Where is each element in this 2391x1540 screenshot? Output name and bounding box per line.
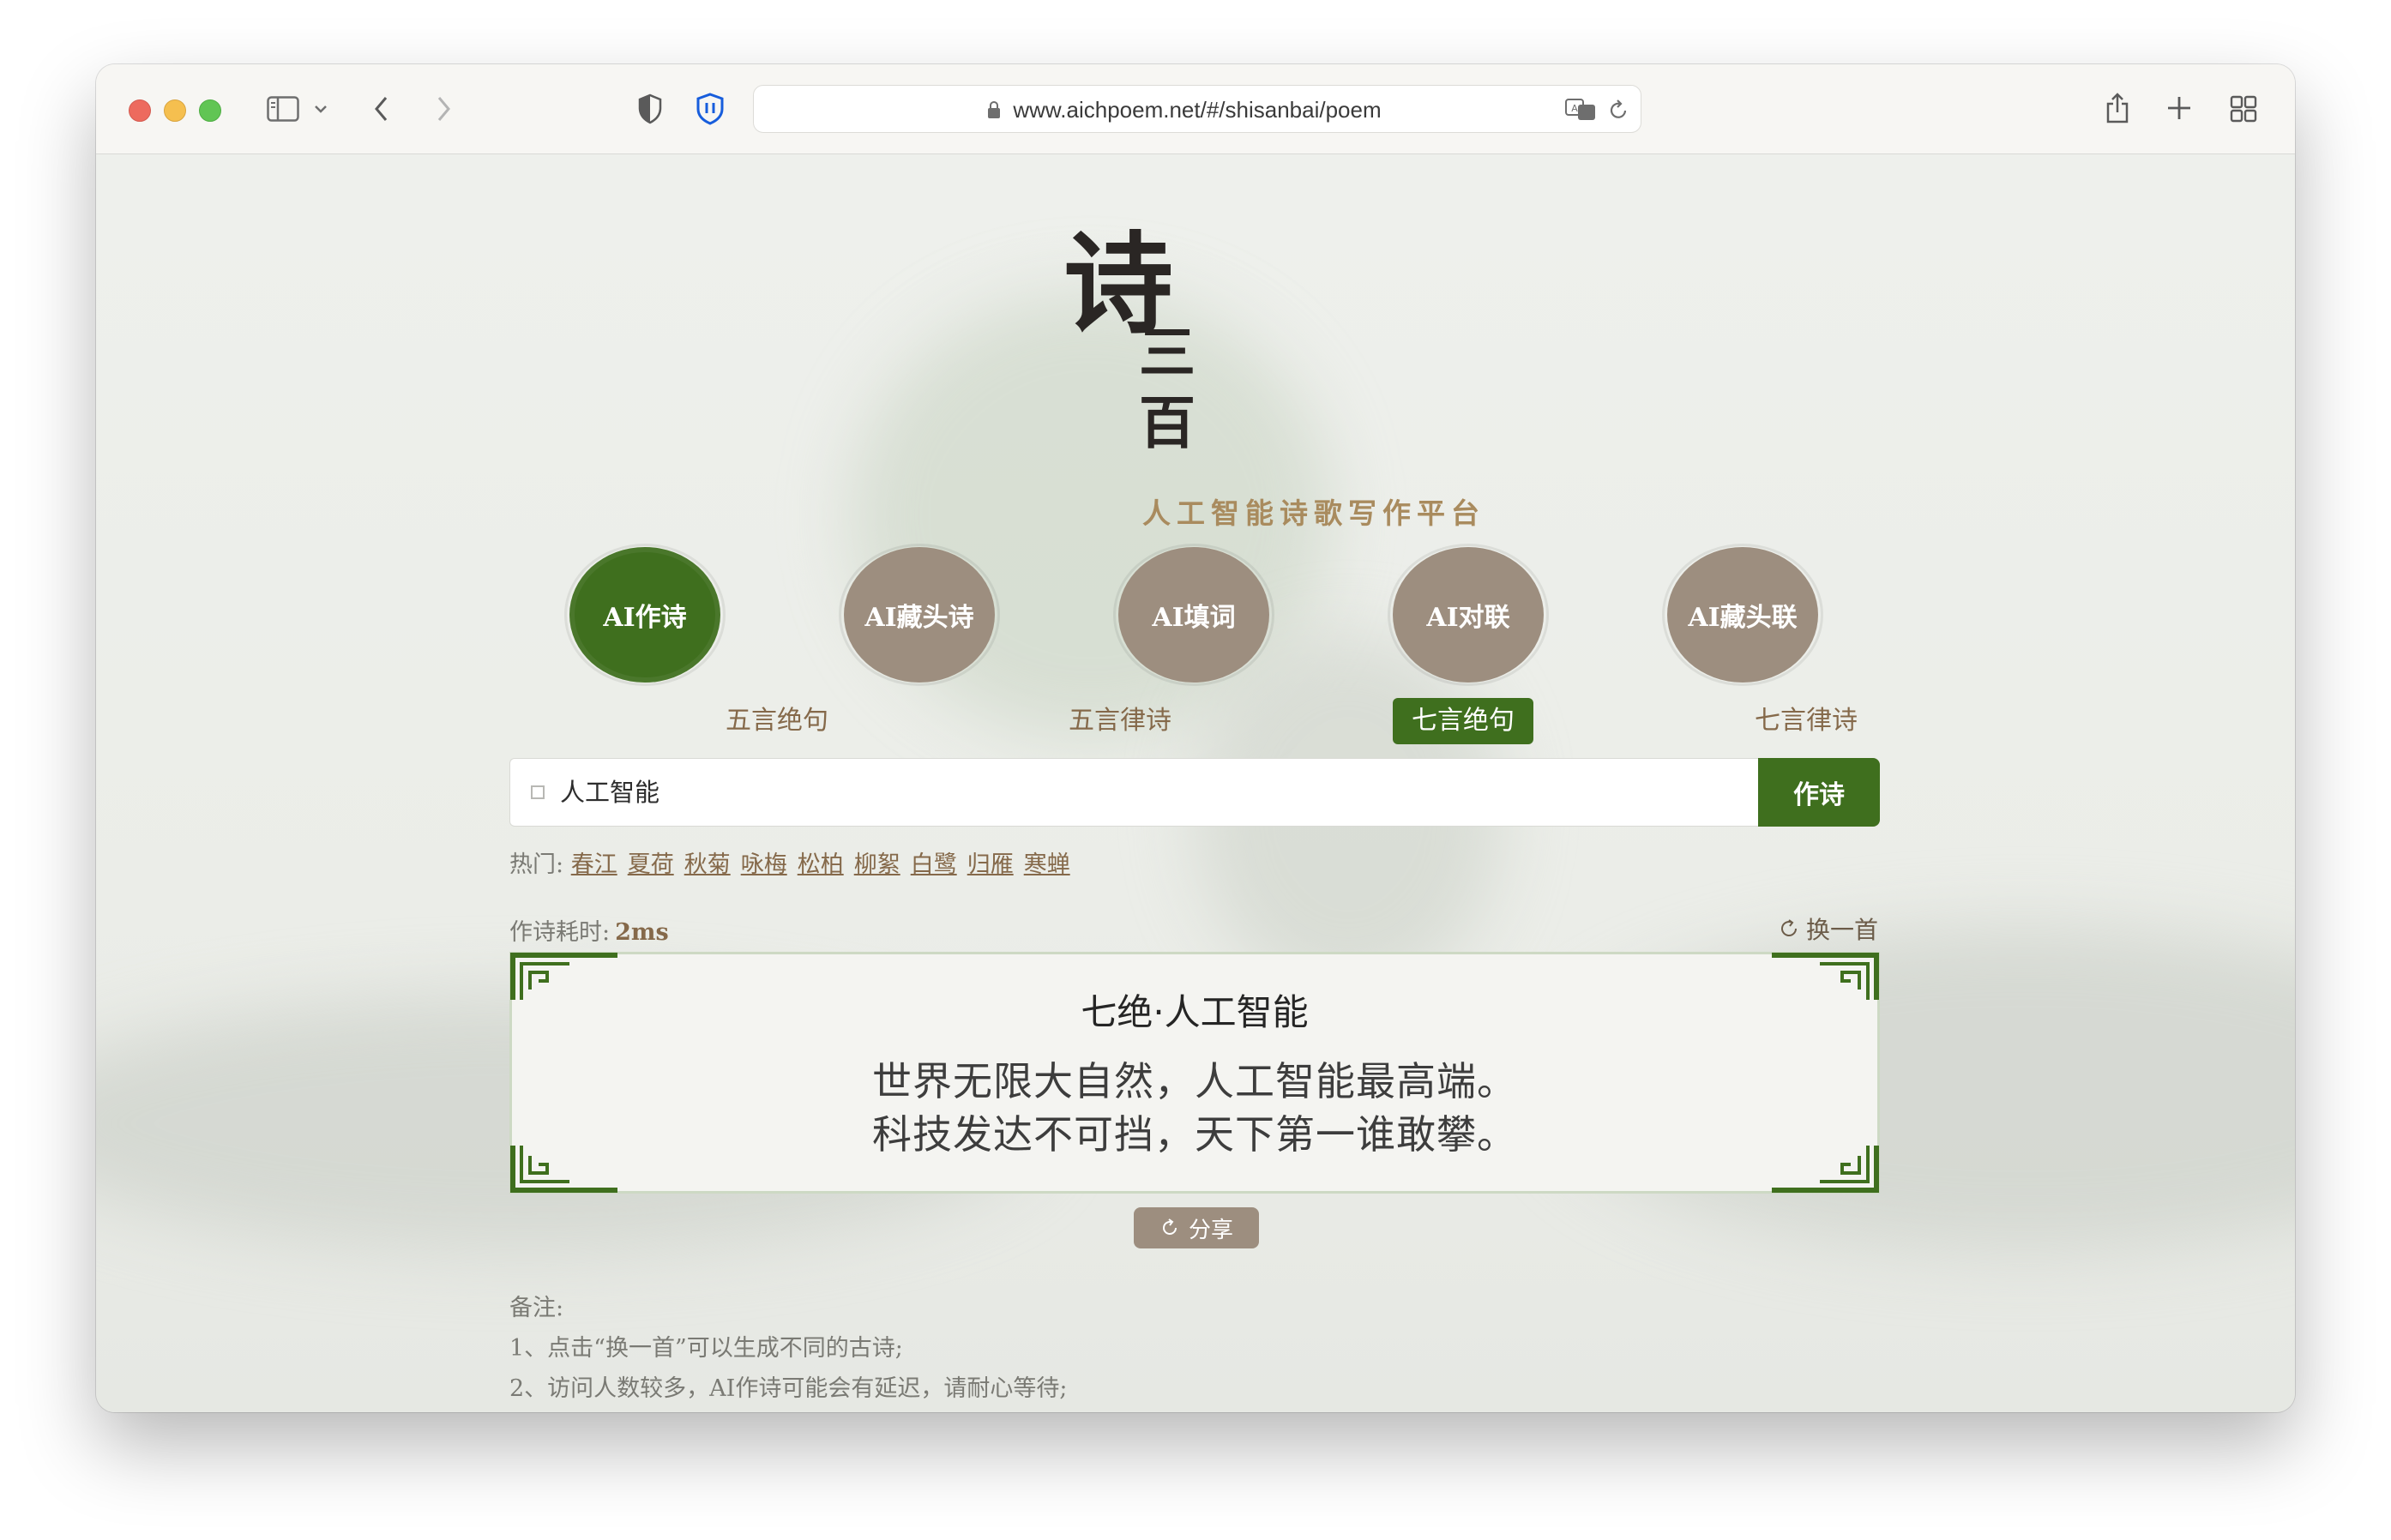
compose-time-value: 2ms <box>615 919 669 946</box>
browser-window: www.aichpoem.net/#/shisanbai/poem A 诗 三 … <box>96 64 2295 1412</box>
hot-topic-link[interactable]: 白鹭 <box>911 851 957 878</box>
share-icon[interactable] <box>2103 90 2132 126</box>
hot-topic-link[interactable]: 柳絮 <box>854 851 900 878</box>
bitwarden-extension-icon[interactable] <box>693 92 727 126</box>
hot-topic-link[interactable]: 寒蝉 <box>1024 851 1070 878</box>
mode-ai-ci[interactable]: AI填词 <box>1113 544 1274 686</box>
chevron-down-icon[interactable] <box>312 100 329 117</box>
minimize-window-button[interactable] <box>164 99 186 122</box>
mode-ai-couplet[interactable]: AI对联 <box>1388 544 1549 686</box>
refresh-icon <box>1781 919 1797 936</box>
reload-icon[interactable] <box>1606 98 1630 122</box>
poem-title: 七绝·人工智能 <box>1081 991 1309 1033</box>
tab-wuyan-jueju[interactable]: 五言绝句 <box>707 698 847 744</box>
address-bar[interactable]: www.aichpoem.net/#/shisanbai/poem A <box>753 85 1641 133</box>
sidebar-toggle-icon[interactable] <box>264 93 302 124</box>
hot-topic-link[interactable]: 秋菊 <box>684 851 731 878</box>
mode-ai-poem[interactable]: AI作诗 <box>564 544 726 686</box>
hot-topics: 热门: 春江 夏荷 秋菊 咏梅 松柏 柳絮 白鹭 归雁 寒蝉 <box>509 845 1081 879</box>
poem-line: 世界无限大自然，人工智能最高端。 <box>872 1058 1517 1104</box>
compose-time: 作诗耗时: 2ms <box>509 913 669 947</box>
back-icon[interactable] <box>369 93 394 124</box>
mode-ai-acrostic-poem[interactable]: AI藏头诗 <box>839 544 1000 686</box>
tab-overview-icon[interactable] <box>2228 93 2259 124</box>
hot-topics-label: 热门: <box>509 851 564 878</box>
topic-input-box[interactable]: 人工智能 <box>509 758 1758 827</box>
poem-line: 科技发达不可挡，天下第一谁敢攀。 <box>872 1111 1517 1158</box>
notes-heading: 备注: <box>509 1295 564 1321</box>
checkbox-icon[interactable] <box>531 785 545 799</box>
hot-topic-link[interactable]: 松柏 <box>798 851 844 878</box>
translate-icon[interactable]: A <box>1563 97 1599 123</box>
topic-input[interactable]: 人工智能 <box>560 759 659 826</box>
poem-card: 七绝·人工智能 世界无限大自然，人工智能最高端。 科技发达不可挡，天下第一谁敢攀… <box>509 952 1880 1194</box>
site-subtitle: 人工智能诗歌写作平台 <box>1142 496 1485 530</box>
compose-button[interactable]: 作诗 <box>1758 758 1880 827</box>
url-text[interactable]: www.aichpoem.net/#/shisanbai/poem <box>754 86 1641 134</box>
new-tab-icon[interactable] <box>2165 93 2194 123</box>
page-content: 诗 三 百 人工智能诗歌写作平台 AI作诗 AI藏头诗 AI填词 AI对联 AI… <box>96 154 2295 1412</box>
hot-topic-link[interactable]: 归雁 <box>967 851 1014 878</box>
tab-qiyan-jueju[interactable]: 七言绝句 <box>1393 698 1533 744</box>
note-item: 2、访问人数较多，AI作诗可能会有延迟，请耐心等待; <box>509 1375 1068 1402</box>
regenerate-button[interactable]: 换一首 <box>1779 911 1878 946</box>
logo-char: 百 <box>1139 389 1196 456</box>
notes-section: 备注: 1、点击“换一首”可以生成不同的古诗; 2、访问人数较多，AI作诗可能会… <box>509 1288 1067 1409</box>
privacy-shield-icon[interactable] <box>635 92 666 126</box>
hot-topic-link[interactable]: 咏梅 <box>741 851 787 878</box>
logo-vertical-chars: 三 百 <box>1137 317 1197 458</box>
hot-topic-link[interactable]: 春江 <box>571 851 617 878</box>
svg-text:A: A <box>1571 103 1578 114</box>
zoom-window-button[interactable] <box>199 99 221 122</box>
close-window-button[interactable] <box>129 99 151 122</box>
lock-icon <box>987 100 1001 123</box>
regenerate-label: 换一首 <box>1806 916 1879 944</box>
share-circle-icon <box>1162 1218 1177 1235</box>
note-item: 1、点击“换一首”可以生成不同的古诗; <box>509 1335 903 1362</box>
forward-icon[interactable] <box>431 93 456 124</box>
compose-time-label: 作诗耗时: <box>509 919 611 946</box>
tab-qiyan-lushi[interactable]: 七言律诗 <box>1736 698 1876 744</box>
browser-toolbar: www.aichpoem.net/#/shisanbai/poem A <box>96 64 2295 154</box>
share-label: 分享 <box>1188 1217 1233 1243</box>
logo-char: 三 <box>1139 319 1196 386</box>
mode-ai-acrostic-couplet[interactable]: AI藏头联 <box>1662 544 1823 686</box>
tab-wuyan-lushi[interactable]: 五言律诗 <box>1050 698 1190 744</box>
share-button[interactable]: 分享 <box>1134 1207 1259 1248</box>
hot-topic-link[interactable]: 夏荷 <box>628 851 674 878</box>
